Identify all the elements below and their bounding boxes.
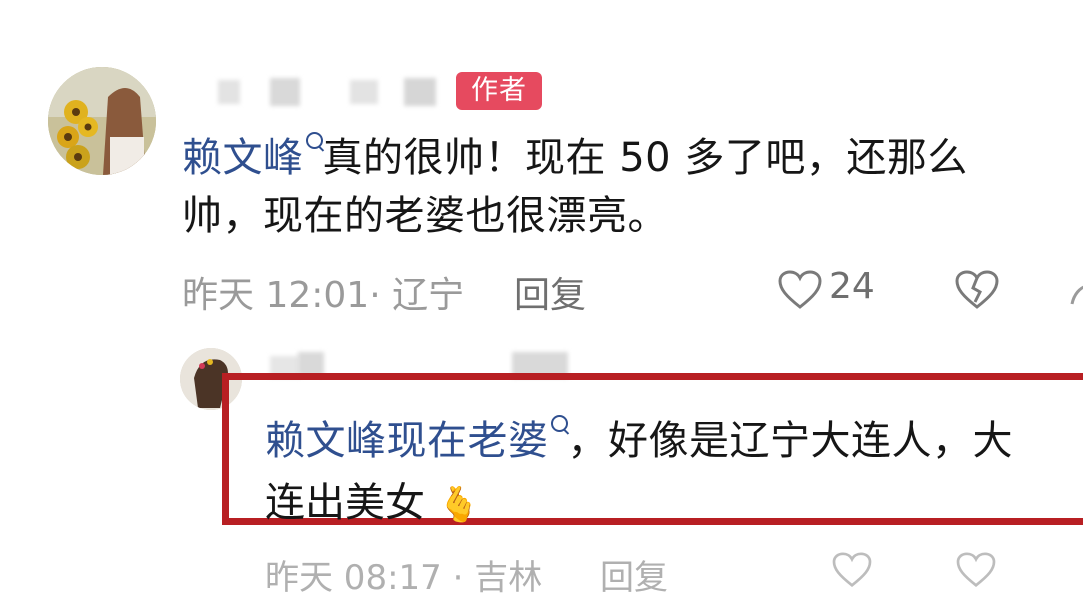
avatar-image	[48, 67, 156, 175]
author-badge: 作者	[456, 72, 542, 110]
reply-body-line2: 连出美女	[265, 480, 425, 526]
reply-meta: 昨天 08:17 · 吉林	[265, 558, 543, 598]
heart-icon	[778, 270, 822, 309]
avatar[interactable]	[48, 67, 156, 175]
comment-body-line2: 帅，现在的老婆也很漂亮。	[182, 193, 668, 239]
finger-heart-emoji: 🫰	[437, 485, 481, 525]
like-count: 24	[829, 266, 875, 307]
search-icon	[305, 132, 323, 149]
share-button[interactable]	[1068, 276, 1083, 310]
reply-body-line1: ，好像是辽宁大连人，大	[567, 418, 1013, 464]
reply-like-button[interactable]	[832, 552, 872, 592]
comment-text: 赖文峰 真的很帅！现在 50 多了吧，还那么 帅，现在的老婆也很漂亮。	[182, 129, 1062, 245]
broken-heart-icon	[955, 270, 999, 309]
reply-mention-link[interactable]: 赖文峰现在老婆	[265, 418, 549, 464]
search-icon	[550, 415, 568, 432]
username-blurred	[350, 80, 378, 104]
comment-meta: 昨天 12:01· 辽宁	[182, 275, 465, 316]
share-icon	[1070, 285, 1083, 305]
reply-text-line2: 连出美女 🫰	[265, 472, 480, 536]
broken-heart-icon	[956, 552, 996, 588]
like-button[interactable]	[778, 270, 822, 314]
reply-dislike-button[interactable]	[956, 552, 996, 592]
reply-button[interactable]: 回复	[514, 266, 586, 318]
reply-text: 赖文峰现在老婆 ，好像是辽宁大连人，大	[265, 410, 1083, 472]
dislike-button[interactable]	[955, 270, 999, 314]
username-blurred	[404, 78, 436, 106]
username-blurred	[218, 80, 240, 104]
mention-link[interactable]: 赖文峰	[182, 135, 304, 181]
comment-body-line1: 真的很帅！现在 50 多了吧，还那么	[322, 135, 968, 181]
username-blurred	[270, 78, 300, 106]
heart-icon	[832, 552, 872, 588]
reply-reply-button[interactable]: 回复	[600, 550, 668, 599]
